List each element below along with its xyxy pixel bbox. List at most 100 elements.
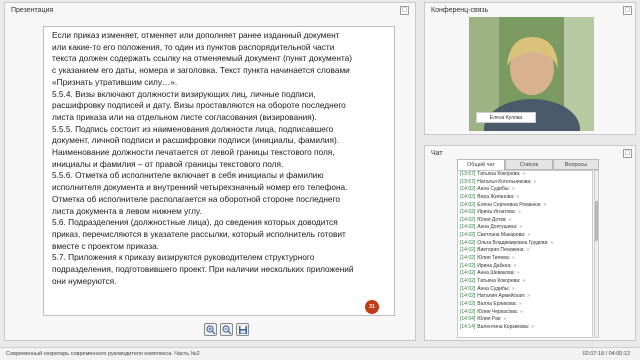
message-author: Юлия Тилева:	[477, 255, 511, 262]
page-number-badge: 31	[365, 300, 379, 314]
chat-title: Чат	[431, 150, 443, 157]
message-arrow-icon: »	[526, 247, 530, 254]
zoom-out-icon	[222, 325, 232, 335]
message-author: Анна Шевакова:	[477, 270, 515, 277]
chat-message: [14:02] Анна Долгушина:»	[458, 224, 592, 232]
message-arrow-icon: »	[518, 300, 522, 307]
chat-message: [14:02] Ольга Владимировна Грудева:»	[458, 240, 592, 248]
message-timestamp: [14:02]	[460, 239, 476, 246]
message-timestamp: [14:04]	[460, 316, 476, 323]
maximize-icon[interactable]: □	[623, 149, 632, 158]
message-arrow-icon: »	[527, 293, 530, 300]
message-author: Ольга Владимировна Грудева:	[477, 239, 549, 246]
message-timestamp: [13:57]	[460, 178, 476, 185]
message-author: Юлия Рак:	[477, 316, 502, 323]
chat-message: [14:02] Анна Судибы:»	[458, 186, 592, 194]
chat-message: [14:02] Елена Сергеевна Романюк:»	[458, 202, 592, 210]
message-author: Анна Судибы:	[477, 186, 510, 193]
conference-title: Конференц-связь	[431, 7, 489, 14]
chat-message: [14:04] Юлия Рак:»	[458, 316, 592, 324]
message-author: Анна Судибы:	[477, 285, 510, 292]
message-arrow-icon: »	[533, 178, 537, 185]
message-timestamp: [14:02]	[460, 293, 476, 300]
message-timestamp: [14:02]	[460, 285, 476, 292]
message-arrow-icon: »	[520, 308, 523, 315]
zoom-out-button[interactable]	[220, 323, 233, 336]
message-author: Татьяна Кокорева:	[477, 171, 521, 177]
chat-message: [14:02] Анна Шевакова:»	[458, 270, 592, 278]
chat-message: [14:02] Наталия Армейская:»	[458, 293, 592, 301]
chat-panel: Чат □ Общий чат Список пользова... Вопро…	[424, 145, 636, 341]
chat-message-list[interactable]: [13:57] Татьяна Кокорева:» [13:57] Наталья …	[457, 170, 593, 338]
message-arrow-icon: »	[513, 262, 517, 269]
message-timestamp: [14:02]	[460, 277, 476, 284]
message-arrow-icon: »	[516, 193, 520, 200]
message-author: Елена Сергеевна Романюк:	[477, 201, 542, 208]
conference-panel: Конференц-связь □ Елена Кулова	[424, 2, 636, 135]
tab-user-list[interactable]: Список пользова...	[505, 159, 553, 178]
message-arrow-icon: »	[503, 316, 507, 323]
tab-questions[interactable]: Вопросы	[553, 159, 599, 170]
message-timestamp: [14:02]	[460, 193, 476, 200]
tab-general-chat[interactable]: Общий чат	[457, 159, 505, 170]
message-author: Виктория Пенкжина:	[477, 247, 525, 254]
message-author: Вера Жиганова:	[477, 193, 515, 200]
chat-message: [14:02] Вера Жиганова:»	[458, 194, 592, 202]
slide-text: Если приказ изменяет, отменяет или допол…	[52, 30, 354, 286]
chat-message: [14:02] Юлия Тилева:»	[458, 255, 592, 263]
playback-time: 02:07:18 / 04:00:12	[582, 351, 630, 357]
message-arrow-icon: »	[516, 270, 520, 277]
message-arrow-icon: »	[522, 171, 526, 177]
message-arrow-icon: »	[511, 186, 515, 193]
message-timestamp: [14:02]	[460, 247, 476, 254]
participant-name-label: Елена Кулова	[476, 112, 536, 123]
maximize-icon[interactable]: □	[400, 6, 409, 15]
webinar-title: Современный секретарь современного руков…	[6, 351, 200, 357]
chat-message: [14:02] Юлия Доткв:»	[458, 217, 592, 225]
message-arrow-icon: »	[512, 255, 515, 262]
message-author: Валентина Корзикова:	[477, 323, 530, 330]
save-button[interactable]	[236, 323, 249, 336]
chat-message: [14:02] Ирина Игнатова:»	[458, 209, 592, 217]
message-timestamp: [14:02]	[460, 201, 476, 208]
chat-message: [14:02] Ирина Дабкна:»	[458, 263, 592, 271]
message-arrow-icon: »	[550, 239, 554, 246]
chat-scrollbar[interactable]	[594, 170, 599, 338]
chat-message: [14:02] Виктория Пенкжина:»	[458, 247, 592, 255]
presentation-panel: Презентация □ Если приказ изменяет, отме…	[4, 2, 416, 341]
presentation-title: Презентация	[11, 7, 54, 14]
chat-message: [13:57] Наталья Котельникова:»	[458, 179, 592, 187]
message-timestamp: [13:57]	[460, 171, 476, 177]
message-arrow-icon: »	[522, 277, 526, 284]
message-author: Валла Ерликова:	[477, 300, 517, 307]
chat-message: [14:02] Татьяна Кокорева:»	[458, 278, 592, 286]
message-arrow-icon: »	[511, 285, 515, 292]
chat-message: [13:57] Татьяна Кокорева:»	[458, 171, 592, 179]
message-author: Наталья Котельникова:	[477, 178, 532, 185]
zoom-in-button[interactable]	[204, 323, 217, 336]
chat-message: [14:14] Валентина Корзикова:»	[458, 324, 592, 332]
message-arrow-icon: »	[527, 232, 531, 239]
maximize-icon[interactable]: □	[623, 6, 632, 15]
message-arrow-icon: »	[531, 323, 534, 330]
message-arrow-icon: »	[518, 209, 521, 216]
floppy-disk-icon	[239, 326, 247, 334]
message-author: Наталия Армейская:	[477, 293, 526, 300]
message-arrow-icon: »	[508, 216, 512, 223]
message-timestamp: [14:14]	[460, 323, 476, 330]
message-timestamp: [14:02]	[460, 270, 476, 277]
message-timestamp: [14:02]	[460, 224, 476, 231]
message-author: Ирина Дабкна:	[477, 262, 512, 269]
message-arrow-icon: »	[519, 224, 523, 231]
scrollbar-thumb[interactable]	[595, 201, 598, 241]
message-timestamp: [14:02]	[460, 255, 476, 262]
message-timestamp: [14:02]	[460, 262, 476, 269]
chat-message: [14:02] Светлана Макарова:»	[458, 232, 592, 240]
status-bar: Современный секретарь современного руков…	[0, 347, 640, 360]
message-timestamp: [14:02]	[460, 186, 476, 193]
message-timestamp: [14:02]	[460, 300, 476, 307]
message-author: Юлия Черкасова:	[477, 308, 519, 315]
zoom-in-icon	[206, 325, 216, 335]
message-author: Светлана Макарова:	[477, 232, 526, 239]
slide: Если приказ изменяет, отменяет или допол…	[43, 26, 395, 316]
